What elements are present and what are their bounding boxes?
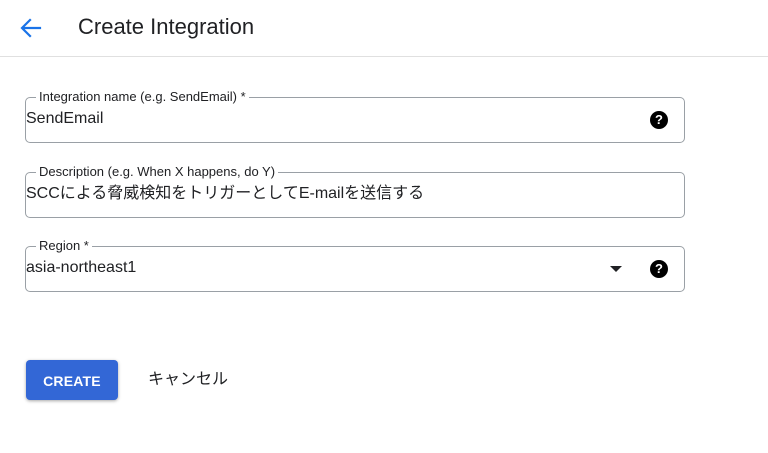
cancel-button[interactable]: キャンセル bbox=[140, 360, 236, 400]
integration-name-field[interactable]: Integration name (e.g. SendEmail) * Send… bbox=[25, 89, 685, 143]
description-field[interactable]: Description (e.g. When X happens, do Y) … bbox=[25, 164, 685, 218]
create-button[interactable]: CREATE bbox=[26, 360, 118, 400]
region-value: asia-northeast1 bbox=[26, 259, 137, 276]
region-select[interactable]: Region * asia-northeast1 ? bbox=[25, 238, 685, 292]
back-button[interactable] bbox=[17, 14, 45, 42]
description-value: SCCによる脅威検知をトリガーとしてE-mailを送信する bbox=[26, 185, 425, 202]
integration-name-label: Integration name (e.g. SendEmail) * bbox=[36, 89, 249, 105]
question-circle-icon[interactable]: ? bbox=[650, 260, 668, 278]
region-label: Region * bbox=[36, 238, 92, 254]
description-label: Description (e.g. When X happens, do Y) bbox=[36, 164, 279, 180]
caret-down-icon[interactable] bbox=[610, 266, 622, 272]
page-title: Create Integration bbox=[78, 14, 255, 39]
page-header: Create Integration bbox=[0, 0, 768, 57]
integration-name-value: SendEmail bbox=[26, 110, 104, 127]
question-circle-icon[interactable]: ? bbox=[650, 111, 668, 129]
arrow-left-icon bbox=[20, 18, 42, 38]
